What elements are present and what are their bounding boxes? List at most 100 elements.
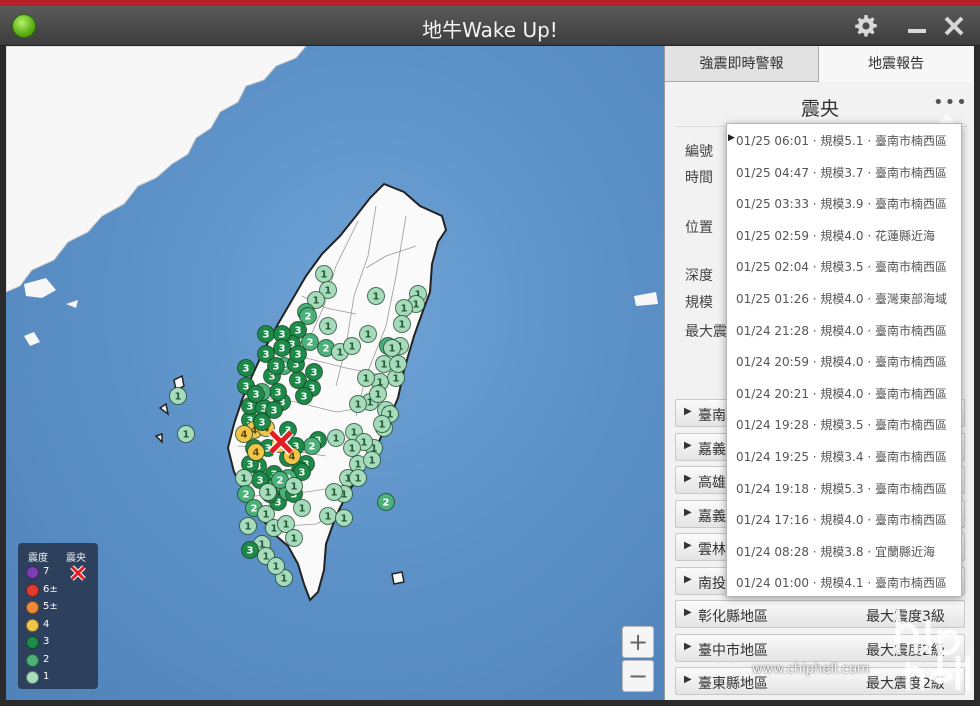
history-item[interactable]: 01/25 04:47 · 規模3.7 · 臺南市楠西區 [727,157,961,188]
history-item[interactable]: 01/25 02:59 · 規模4.0 · 花蓮縣近海 [727,220,961,251]
svg-text:1: 1 [379,420,386,431]
history-item[interactable]: 01/25 01:26 · 規模4.0 · 臺灣東部海域 [727,283,961,314]
svg-text:3: 3 [257,476,264,487]
intensity-legend: 震度 震央 7 6± 5± 4 3 2 1 [18,543,98,689]
mainland-coast [6,46,307,293]
intensity-station-marker: 1 [395,299,413,317]
info-label-depth: 深度 [685,268,713,284]
title-bar[interactable]: 地牛Wake Up! [0,6,980,46]
info-label-id: 編號 [685,144,713,160]
watermark-url: www.chiphell.com [752,662,870,677]
svg-text:1: 1 [393,374,400,385]
history-item-label: 01/24 08:28 · 規模3.8 · 宜蘭縣近海 [736,544,935,559]
earthquake-history-dropdown[interactable]: ▶ 01/25 06:01 · 規模5.1 · 臺南市楠西區 01/25 04:47… [726,123,962,597]
expand-arrow-icon: ▶ [684,506,692,518]
expand-arrow-icon: ▶ [684,406,692,417]
info-label-max-intensity: 最大震 [685,324,727,340]
history-item[interactable]: 01/25 03:33 · 規模3.9 · 臺南市楠西區 [727,188,961,219]
svg-text:2: 2 [251,504,258,515]
legend-swatch [26,618,39,632]
history-item[interactable]: 01/24 08:28 · 規模3.8 · 宜蘭縣近海 [727,536,961,567]
svg-text:1: 1 [349,444,356,455]
intensity-station-marker: 3 [253,413,271,431]
history-item[interactable]: 01/24 17:16 · 規模4.0 · 臺南市楠西區 [727,504,961,535]
intensity-station-marker: 1 [335,509,353,527]
earthquake-map[interactable]: 1112123322111111112111111111323333333333… [6,46,664,700]
svg-text:3: 3 [273,362,280,373]
svg-text:1: 1 [325,512,332,523]
intensity-station-marker: 1 [367,287,385,305]
history-item[interactable]: 01/24 19:28 · 規模3.5 · 臺南市楠西區 [727,409,961,440]
svg-text:1: 1 [355,474,362,485]
history-item-label: 01/25 01:26 · 規模4.0 · 臺灣東部海域 [736,292,947,306]
svg-text:1: 1 [265,488,272,499]
expand-arrow-icon: ▶ [684,573,692,585]
history-item-label: 01/24 17:16 · 規模4.0 · 臺南市楠西區 [736,513,947,528]
history-item-label: 01/24 21:28 · 規模4.0 · 臺南市楠西區 [736,323,947,338]
intensity-station-marker: 1 [369,385,387,403]
svg-text:1: 1 [183,430,190,441]
intensity-station-marker: 1 [319,317,337,335]
history-item[interactable]: 01/24 21:28 · 規模4.0 · 臺南市楠西區 [727,315,961,346]
intensity-station-marker: 1 [359,325,377,343]
history-item-label: 01/25 04:47 · 規模3.7 · 臺南市楠西區 [736,165,947,180]
tab-realtime-alert[interactable]: 強震即時警報 [665,46,819,82]
legend-level-label: 7 [43,566,50,577]
history-item[interactable]: 01/24 19:18 · 規模5.3 · 臺南市楠西區 [727,473,961,504]
svg-text:3: 3 [295,376,302,387]
history-item-label: 01/24 01:00 · 規模4.1 · 臺南市楠西區 [736,576,947,591]
intensity-station-marker: 2 [377,493,395,511]
zoom-in-button[interactable]: + [622,626,654,658]
gear-icon[interactable] [852,12,880,40]
intensity-station-marker: 3 [269,383,287,401]
svg-text:3: 3 [247,402,254,413]
zoom-out-button[interactable]: − [622,660,654,692]
history-item-label: 01/24 20:59 · 規模4.0 · 臺南市楠西區 [736,355,947,370]
svg-text:1: 1 [373,292,380,303]
svg-text:3: 3 [311,368,318,379]
expand-arrow-icon: ▶ [684,674,692,685]
svg-text:1: 1 [355,460,362,471]
history-item[interactable]: 01/25 02:04 · 規模3.5 · 臺南市楠西區 [727,251,961,282]
svg-text:1: 1 [363,374,370,385]
tab-earthquake-report[interactable]: 地震報告 [819,46,973,82]
svg-text:1: 1 [313,296,320,307]
info-label-location: 位置 [685,220,713,236]
svg-text:1: 1 [325,286,332,297]
intensity-station-marker: 1 [315,265,333,283]
intensity-station-marker: 3 [267,357,285,375]
svg-text:1: 1 [413,300,420,311]
panel-heading: 震央 [800,98,839,120]
svg-text:1: 1 [375,390,382,401]
svg-text:3: 3 [275,388,282,399]
region-name: 臺中市地區 [698,642,768,659]
svg-text:1: 1 [291,534,298,545]
svg-text:3: 3 [295,326,302,337]
more-options-button[interactable]: ••• [933,92,968,113]
history-item[interactable]: 01/24 20:21 · 規模4.0 · 臺南市楠西區 [727,378,961,409]
history-item[interactable]: 01/24 20:59 · 規模4.0 · 臺南市楠西區 [727,346,961,377]
history-item[interactable]: ▶ 01/25 06:01 · 規模5.1 · 臺南市楠西區 [727,125,961,156]
history-item[interactable]: 01/24 19:25 · 規模3.4 · 臺南市楠西區 [727,441,961,472]
svg-text:2: 2 [277,476,284,487]
legend-intensity-header: 震度 [28,553,48,564]
svg-text:1: 1 [365,330,372,341]
svg-text:1: 1 [399,320,406,331]
region-name: 臺南 [698,408,726,424]
minimize-icon[interactable] [903,12,931,40]
history-item-label: 01/25 03:33 · 規模3.9 · 臺南市楠西區 [736,197,947,212]
expand-arrow-icon: ▶ [684,540,692,551]
intensity-station-marker: 4 [235,425,253,443]
intensity-station-marker: 1 [239,517,257,535]
intensity-station-marker: 1 [349,395,367,413]
legend-swatch [26,566,39,579]
svg-text:1: 1 [263,552,270,563]
close-icon[interactable] [940,12,968,40]
region-name: 嘉義 [698,441,726,458]
svg-text:3: 3 [253,390,260,401]
region-name: 彰化縣地區 [698,609,768,625]
svg-text:4: 4 [241,430,248,441]
svg-text:1: 1 [361,438,368,449]
window-title: 地牛Wake Up! [422,18,558,42]
svg-text:3: 3 [279,330,286,341]
